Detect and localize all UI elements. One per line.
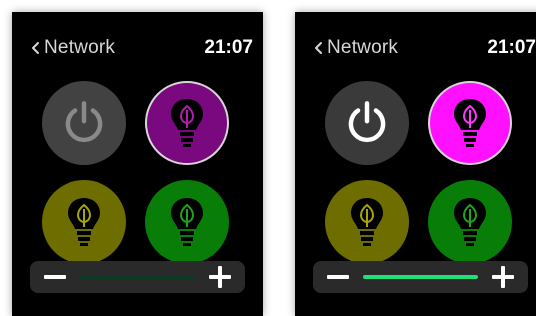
minus-icon[interactable] bbox=[327, 275, 349, 279]
chevron-left-icon bbox=[32, 42, 39, 54]
minus-icon[interactable] bbox=[44, 275, 66, 279]
green-bulb-button[interactable] bbox=[428, 180, 512, 264]
clock: 21:07 bbox=[487, 37, 536, 58]
clock: 21:07 bbox=[204, 37, 253, 58]
back-label: Network bbox=[44, 37, 116, 58]
green-bulb-button[interactable] bbox=[145, 180, 229, 264]
plus-icon[interactable] bbox=[492, 266, 514, 288]
bulb-icon bbox=[351, 198, 383, 246]
bulb-icon bbox=[454, 99, 486, 147]
watch-screen-right: Network 21:07 bbox=[295, 12, 536, 316]
magenta-bulb-button[interactable] bbox=[428, 81, 512, 165]
power-icon bbox=[348, 101, 386, 143]
power-button[interactable] bbox=[325, 81, 409, 165]
brightness-slider[interactable] bbox=[313, 261, 528, 293]
chevron-left-icon bbox=[315, 42, 322, 54]
power-button[interactable] bbox=[42, 81, 126, 165]
yellow-bulb-button[interactable] bbox=[325, 180, 409, 264]
brightness-track[interactable] bbox=[363, 275, 478, 279]
back-button[interactable]: Network bbox=[313, 36, 398, 60]
back-button[interactable]: Network bbox=[30, 36, 115, 60]
watch-screen-left: Network 21:07 bbox=[12, 12, 263, 316]
brightness-track[interactable] bbox=[80, 275, 195, 279]
header: Network 21:07 bbox=[12, 36, 263, 60]
bulb-icon bbox=[171, 99, 203, 147]
bulb-icon bbox=[454, 198, 486, 246]
yellow-bulb-button[interactable] bbox=[42, 180, 126, 264]
brightness-slider[interactable] bbox=[30, 261, 245, 293]
power-icon bbox=[65, 101, 103, 143]
back-label: Network bbox=[327, 37, 399, 58]
header: Network 21:07 bbox=[295, 36, 536, 60]
plus-icon[interactable] bbox=[209, 266, 231, 288]
purple-bulb-button[interactable] bbox=[145, 81, 229, 165]
bulb-icon bbox=[68, 198, 100, 246]
bulb-icon bbox=[171, 198, 203, 246]
